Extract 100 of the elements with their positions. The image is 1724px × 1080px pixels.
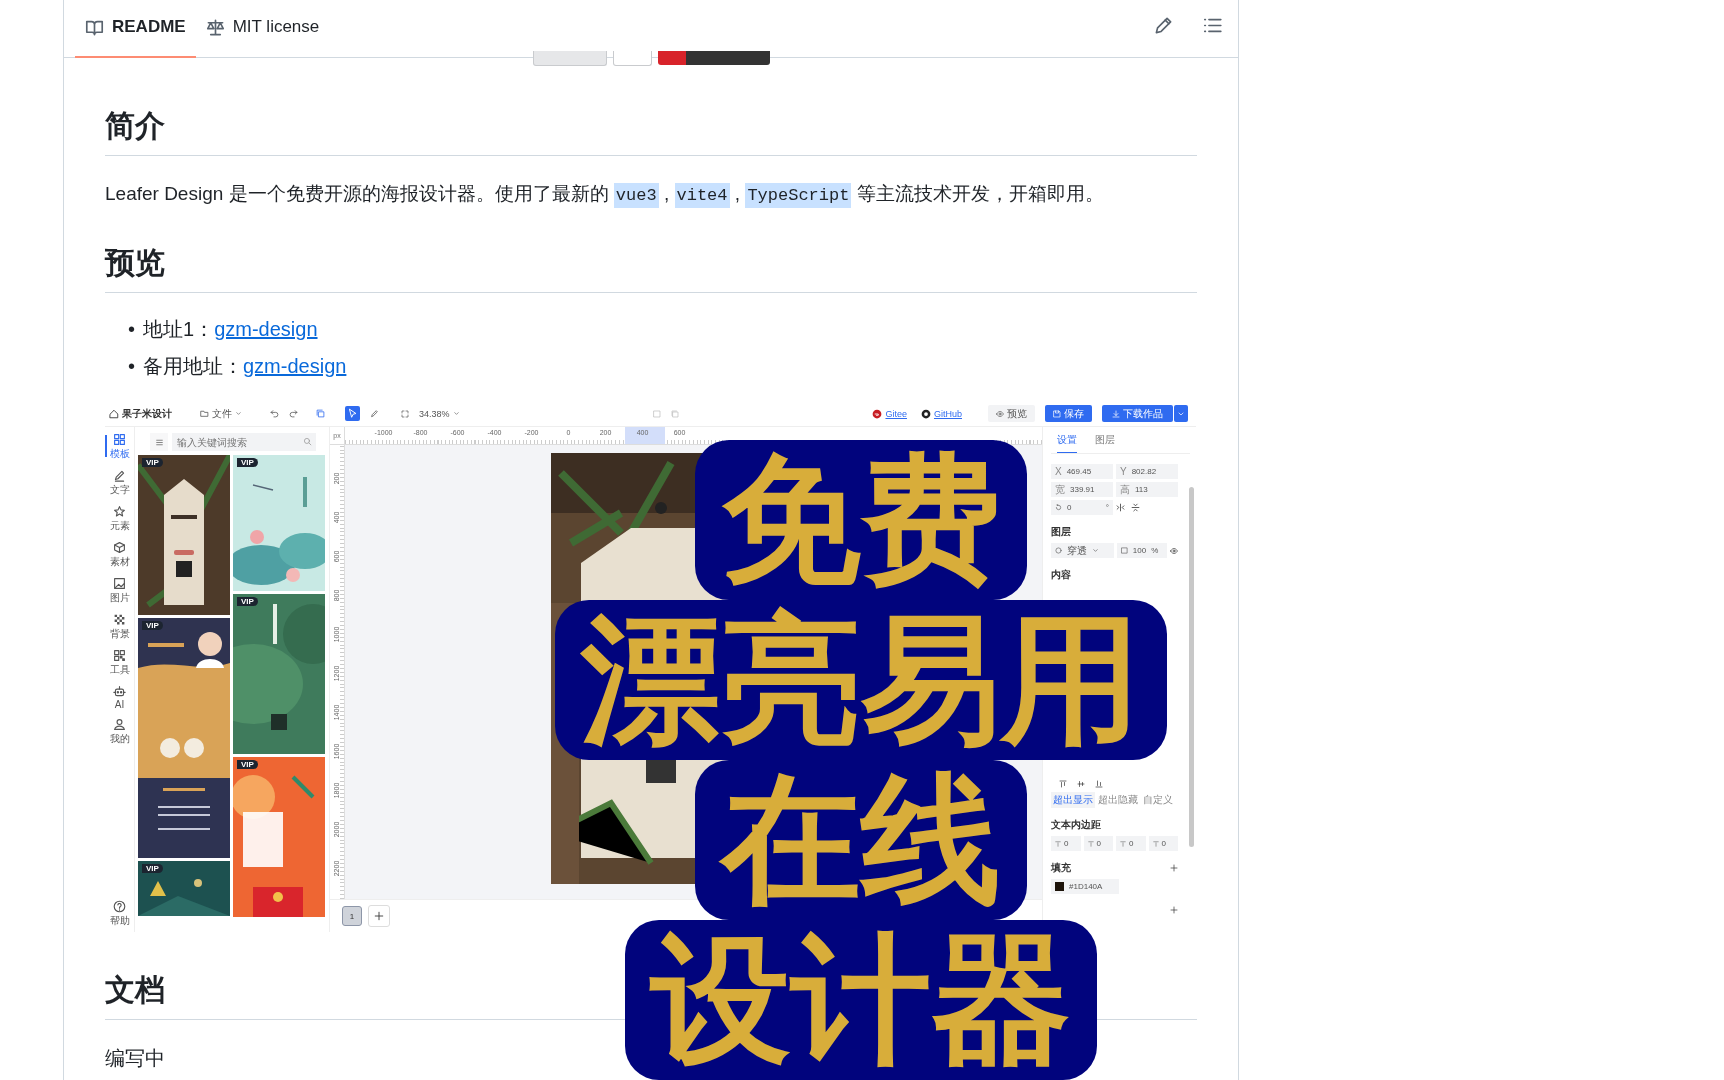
github-logo-icon — [921, 408, 931, 419]
github-link[interactable]: GitHub — [921, 408, 962, 419]
banner-text: 免费 — [695, 440, 1027, 600]
download-button[interactable]: 下载作品 — [1102, 405, 1173, 422]
eye-icon — [1170, 546, 1178, 555]
list-label: 备用地址： — [143, 355, 243, 377]
gitee-link[interactable]: Gitee — [872, 408, 907, 419]
scrollbar[interactable] — [1189, 487, 1194, 847]
home-icon — [109, 408, 119, 419]
fullscreen-icon — [401, 409, 409, 418]
tab[interactable]: MIT license — [195, 0, 330, 58]
sidebar-tab[interactable]: 模板 — [104, 433, 135, 461]
tab[interactable]: README — [75, 0, 196, 58]
grid-icon — [113, 433, 126, 446]
section-title: 填充 — [1051, 861, 1071, 875]
help-icon — [113, 900, 126, 913]
padding-icon — [1055, 840, 1061, 847]
flip-vertical-icon — [1131, 503, 1140, 512]
opacity-field[interactable]: 100 % — [1116, 543, 1167, 558]
overflow-option[interactable]: 自定义 — [1141, 792, 1175, 808]
banner-text: 在线 — [695, 760, 1027, 920]
padding-icon — [1087, 840, 1094, 847]
number-field[interactable]: Y 802.82 — [1116, 464, 1178, 479]
caret-icon — [1092, 547, 1099, 554]
section-heading: 简介 — [105, 107, 1197, 156]
folder-icon — [200, 409, 209, 418]
vip-badge: VIP — [237, 597, 258, 606]
padding-icon — [1120, 840, 1126, 847]
cursor-icon — [347, 408, 358, 419]
sidebar-tab[interactable]: AI — [104, 685, 135, 710]
vip-badge: VIP — [237, 458, 258, 467]
scale-icon — [205, 17, 225, 37]
align-middle-icon — [1077, 780, 1085, 788]
bullet: • — [128, 317, 136, 342]
preview-button[interactable]: 预览 — [988, 405, 1035, 422]
sidebar-tab[interactable]: 元素 — [104, 505, 135, 533]
page-thumbnail[interactable]: 1 — [342, 906, 362, 926]
select-tool[interactable] — [345, 406, 360, 421]
rotate-icon — [1055, 504, 1062, 511]
copy-icon — [671, 409, 679, 418]
section-title: 图层 — [1051, 525, 1071, 539]
sidebar-tab[interactable]: 我的 — [104, 718, 135, 746]
padding-field[interactable]: 0 — [1051, 836, 1081, 851]
zoom-menu[interactable]: 34.38% — [419, 408, 460, 419]
padding-field[interactable]: 0 — [1083, 836, 1113, 851]
cube-icon — [113, 541, 126, 554]
flip-horizontal-icon — [1116, 503, 1125, 512]
overflow-option[interactable]: 超出隐藏 — [1096, 792, 1140, 808]
copy-icon — [316, 409, 325, 418]
dropdown-button[interactable] — [1174, 405, 1188, 422]
paragraph: Leafer Design 是一个免费开源的海报设计器。使用了最新的 vue3 , vite4 , TypeScript 等主流技术开发，开箱即用。 — [105, 179, 1197, 211]
paragraph: 编写中 — [105, 1046, 166, 1071]
badge[interactable] — [612, 51, 652, 66]
save-button[interactable]: 保存 — [1045, 405, 1092, 422]
padding-field[interactable]: 0 — [1148, 836, 1178, 851]
vip-badge: VIP — [142, 458, 163, 467]
opacity-icon — [1120, 547, 1128, 554]
panel-tab[interactable]: 图层 — [1095, 433, 1115, 453]
sidebar-tab[interactable]: 素材 — [104, 541, 135, 569]
badge[interactable] — [657, 51, 770, 65]
plus-icon — [1170, 906, 1178, 914]
sidebar-tab[interactable]: 背景 — [104, 613, 135, 641]
sidebar-tab[interactable]: 图片 — [104, 577, 135, 605]
padding-icon — [1152, 840, 1159, 847]
rotation-field[interactable]: 0 ° — [1051, 500, 1113, 515]
pen-icon — [370, 409, 379, 418]
list-icon — [1203, 16, 1222, 35]
number-field[interactable]: 宽 339.91 — [1051, 482, 1113, 497]
section-title: 文本内边距 — [1051, 818, 1101, 832]
number-field[interactable]: 高 113 — [1116, 482, 1178, 497]
align-top-icon — [1059, 780, 1067, 788]
undo-icon — [270, 409, 279, 418]
menu-icon — [154, 437, 164, 447]
redo-icon — [289, 409, 298, 418]
app-logo: 果子米设计 — [109, 406, 172, 421]
blend-select[interactable]: 穿透 — [1051, 543, 1114, 558]
sidebar-tab[interactable]: 文字 — [104, 469, 135, 497]
file-menu[interactable]: 文件 — [200, 406, 242, 421]
banner-text: 漂亮易用 — [555, 600, 1167, 760]
sidebar-tab[interactable]: 工具 — [104, 649, 135, 677]
plus-icon — [1170, 864, 1178, 872]
padding-field[interactable]: 0 — [1116, 836, 1146, 851]
person-icon — [113, 718, 126, 731]
help-tab[interactable]: 帮助 — [104, 900, 135, 928]
caret-icon — [235, 410, 242, 417]
panel-tab[interactable]: 设置 — [1057, 433, 1077, 453]
vip-badge: VIP — [142, 864, 163, 873]
number-field[interactable]: X 469.45 — [1051, 464, 1113, 479]
link[interactable]: gzm-design — [243, 355, 347, 377]
gitee-logo-icon — [872, 408, 883, 419]
checker-icon — [113, 613, 126, 626]
color-field[interactable]: #1D140A — [1051, 879, 1119, 894]
eye-icon — [996, 409, 1004, 418]
add-page-button[interactable] — [368, 905, 390, 927]
section-title: 内容 — [1051, 568, 1071, 582]
search-field[interactable]: 输入关键词搜索 — [172, 433, 316, 451]
link[interactable]: gzm-design — [214, 318, 318, 340]
overflow-option[interactable]: 超出显示 — [1051, 792, 1095, 808]
menu-button[interactable] — [150, 433, 168, 451]
image-icon — [113, 577, 126, 590]
